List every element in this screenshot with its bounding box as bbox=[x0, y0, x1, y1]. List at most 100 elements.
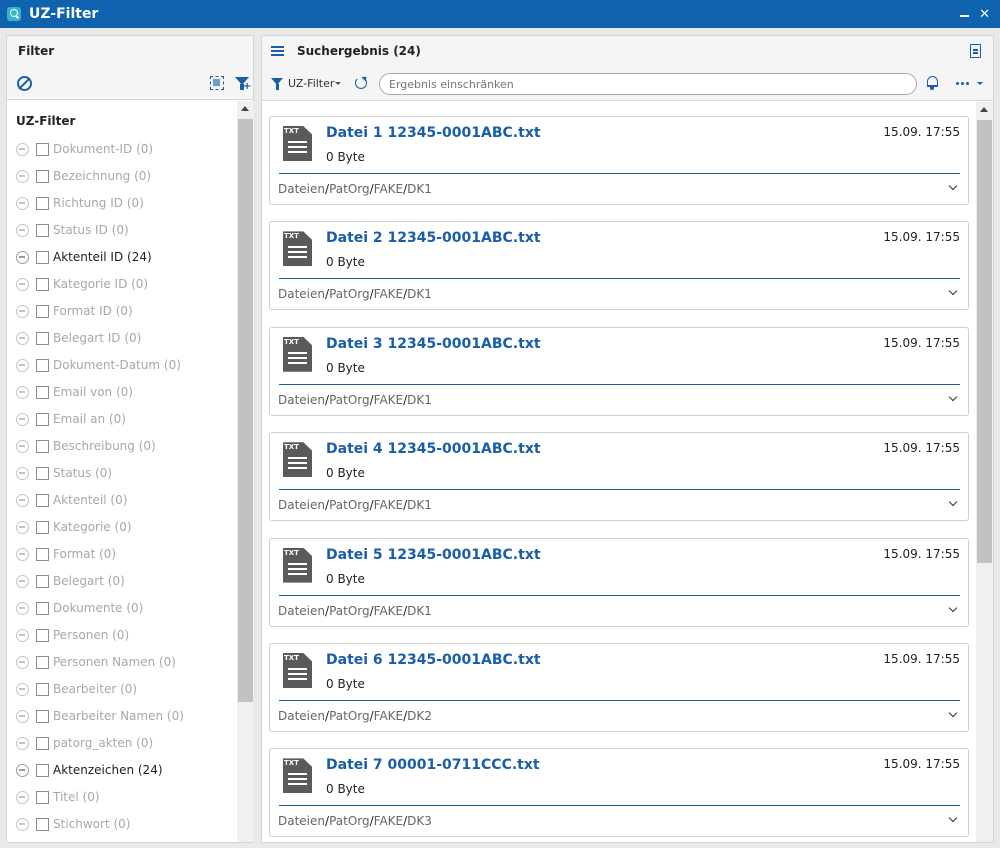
filter-checkbox[interactable] bbox=[36, 331, 49, 345]
search-input[interactable] bbox=[379, 73, 917, 95]
scrollbar-thumb[interactable] bbox=[977, 120, 992, 563]
exclude-icon[interactable] bbox=[16, 520, 29, 534]
path-segment[interactable]: DK3 bbox=[407, 814, 432, 828]
exclude-icon[interactable] bbox=[16, 628, 29, 642]
filter-item[interactable]: Dokument-ID (0) bbox=[16, 141, 153, 157]
filter-checkbox[interactable] bbox=[36, 412, 49, 426]
exclude-icon[interactable] bbox=[16, 655, 29, 669]
exclude-icon[interactable] bbox=[16, 277, 29, 291]
filter-icon[interactable] bbox=[271, 78, 283, 90]
results-scrollbar[interactable] bbox=[976, 102, 993, 842]
filter-checkbox[interactable] bbox=[36, 520, 49, 534]
path-segment[interactable]: DK1 bbox=[407, 393, 432, 407]
result-card[interactable]: TXT Datei 1 12345-0001ABC.txt 15.09. 17:55… bbox=[269, 116, 969, 205]
path-segment[interactable]: DK2 bbox=[407, 709, 432, 723]
scroll-up-icon[interactable] bbox=[241, 106, 249, 111]
filter-item[interactable]: Dokumente (0) bbox=[16, 600, 143, 616]
file-name-link[interactable]: Datei 5 12345-0001ABC.txt bbox=[326, 547, 541, 563]
chevron-down-icon[interactable] bbox=[948, 603, 958, 612]
filter-item[interactable]: Aktenzeichen (24) bbox=[16, 762, 163, 778]
path-segment[interactable]: DK1 bbox=[407, 498, 432, 512]
exclude-icon[interactable] bbox=[16, 790, 29, 804]
filter-checkbox[interactable] bbox=[36, 277, 49, 291]
result-card[interactable]: TXT Datei 7 00001-0711CCC.txt 15.09. 17:55… bbox=[269, 748, 969, 838]
exclude-icon[interactable] bbox=[16, 358, 29, 372]
exclude-icon[interactable] bbox=[16, 682, 29, 696]
filter-dropdown-label[interactable]: UZ-Filter bbox=[288, 77, 334, 90]
filter-item[interactable]: Kategorie ID (0) bbox=[16, 276, 148, 292]
filter-checkbox[interactable] bbox=[36, 601, 49, 615]
filter-item[interactable]: Belegart (0) bbox=[16, 573, 125, 589]
exclude-icon[interactable] bbox=[16, 763, 29, 777]
path-segment[interactable]: Dateien bbox=[278, 709, 325, 723]
path-segment[interactable]: FAKE bbox=[374, 814, 403, 828]
filter-item[interactable]: Email von (0) bbox=[16, 384, 133, 400]
filter-checkbox[interactable] bbox=[36, 574, 49, 588]
filter-item[interactable]: Personen (0) bbox=[16, 627, 129, 643]
chevron-down-icon[interactable] bbox=[335, 82, 341, 85]
filter-checkbox[interactable] bbox=[36, 682, 49, 696]
exclude-icon[interactable] bbox=[16, 466, 29, 480]
filter-item[interactable]: Status ID (0) bbox=[16, 222, 129, 238]
filter-checkbox[interactable] bbox=[36, 439, 49, 453]
path-segment[interactable]: FAKE bbox=[374, 604, 403, 618]
filter-item[interactable]: Beschreibung (0) bbox=[16, 438, 156, 454]
bell-icon[interactable] bbox=[927, 76, 938, 90]
filter-item[interactable]: patorg_akten (0) bbox=[16, 735, 153, 751]
path-segment[interactable]: PatOrg bbox=[329, 287, 370, 301]
path-segment[interactable]: Dateien bbox=[278, 814, 325, 828]
chevron-down-icon[interactable] bbox=[948, 392, 958, 402]
filter-checkbox[interactable] bbox=[36, 493, 49, 507]
chevron-down-icon[interactable] bbox=[948, 181, 958, 191]
exclude-icon[interactable] bbox=[16, 574, 29, 588]
file-name-link[interactable]: Datei 6 12345-0001ABC.txt bbox=[326, 652, 541, 668]
filter-item[interactable]: Dokument-Datum (0) bbox=[16, 357, 181, 373]
filter-item[interactable]: Kategorie (0) bbox=[16, 519, 132, 535]
filter-scrollbar[interactable] bbox=[237, 101, 254, 842]
reset-filter-icon[interactable] bbox=[17, 76, 32, 91]
filter-checkbox[interactable] bbox=[36, 169, 49, 183]
exclude-icon[interactable] bbox=[16, 142, 29, 156]
filter-checkbox[interactable] bbox=[36, 547, 49, 561]
filter-checkbox[interactable] bbox=[36, 790, 49, 804]
path-segment[interactable]: DK1 bbox=[407, 604, 432, 618]
chevron-down-icon[interactable] bbox=[948, 708, 958, 718]
exclude-icon[interactable] bbox=[16, 196, 29, 210]
filter-checkbox[interactable] bbox=[36, 763, 49, 777]
path-segment[interactable]: FAKE bbox=[374, 709, 403, 723]
exclude-icon[interactable] bbox=[16, 817, 29, 831]
filter-checkbox[interactable] bbox=[36, 628, 49, 642]
filter-item[interactable]: Titel (0) bbox=[16, 789, 100, 805]
scrollbar-thumb[interactable] bbox=[238, 119, 253, 702]
exclude-icon[interactable] bbox=[16, 223, 29, 237]
exclude-icon[interactable] bbox=[16, 736, 29, 750]
filter-checkbox[interactable] bbox=[36, 817, 49, 831]
exclude-icon[interactable] bbox=[16, 412, 29, 426]
exclude-icon[interactable] bbox=[16, 601, 29, 615]
filter-item[interactable]: Format ID (0) bbox=[16, 303, 133, 319]
path-segment[interactable]: Dateien bbox=[278, 498, 325, 512]
path-segment[interactable]: FAKE bbox=[374, 498, 403, 512]
file-name-link[interactable]: Datei 7 00001-0711CCC.txt bbox=[326, 757, 540, 773]
filter-item[interactable]: Bearbeiter (0) bbox=[16, 681, 137, 697]
result-card[interactable]: TXT Datei 3 12345-0001ABC.txt 15.09. 17:55… bbox=[269, 326, 969, 416]
filter-checkbox[interactable] bbox=[36, 223, 49, 237]
exclude-icon[interactable] bbox=[16, 304, 29, 318]
path-segment[interactable]: DK1 bbox=[407, 287, 432, 301]
file-name-link[interactable]: Datei 3 12345-0001ABC.txt bbox=[326, 336, 541, 352]
filter-checkbox[interactable] bbox=[36, 709, 49, 723]
path-segment[interactable]: Dateien bbox=[278, 287, 325, 301]
path-segment[interactable]: FAKE bbox=[374, 182, 403, 196]
filter-checkbox[interactable] bbox=[36, 466, 49, 480]
file-name-link[interactable]: Datei 4 12345-0001ABC.txt bbox=[326, 441, 541, 457]
path-segment[interactable]: PatOrg bbox=[329, 498, 370, 512]
filter-item[interactable]: Aktenteil ID (24) bbox=[16, 249, 152, 265]
filter-item[interactable]: Richtung ID (0) bbox=[16, 195, 144, 211]
path-segment[interactable]: PatOrg bbox=[329, 393, 370, 407]
filter-checkbox[interactable] bbox=[36, 385, 49, 399]
select-all-icon[interactable] bbox=[210, 76, 224, 90]
path-segment[interactable]: PatOrg bbox=[329, 814, 370, 828]
filter-item[interactable]: Belegart ID (0) bbox=[16, 330, 141, 346]
result-card[interactable]: TXT Datei 4 12345-0001ABC.txt 15.09. 17:55… bbox=[269, 432, 969, 522]
exclude-icon[interactable] bbox=[16, 709, 29, 723]
